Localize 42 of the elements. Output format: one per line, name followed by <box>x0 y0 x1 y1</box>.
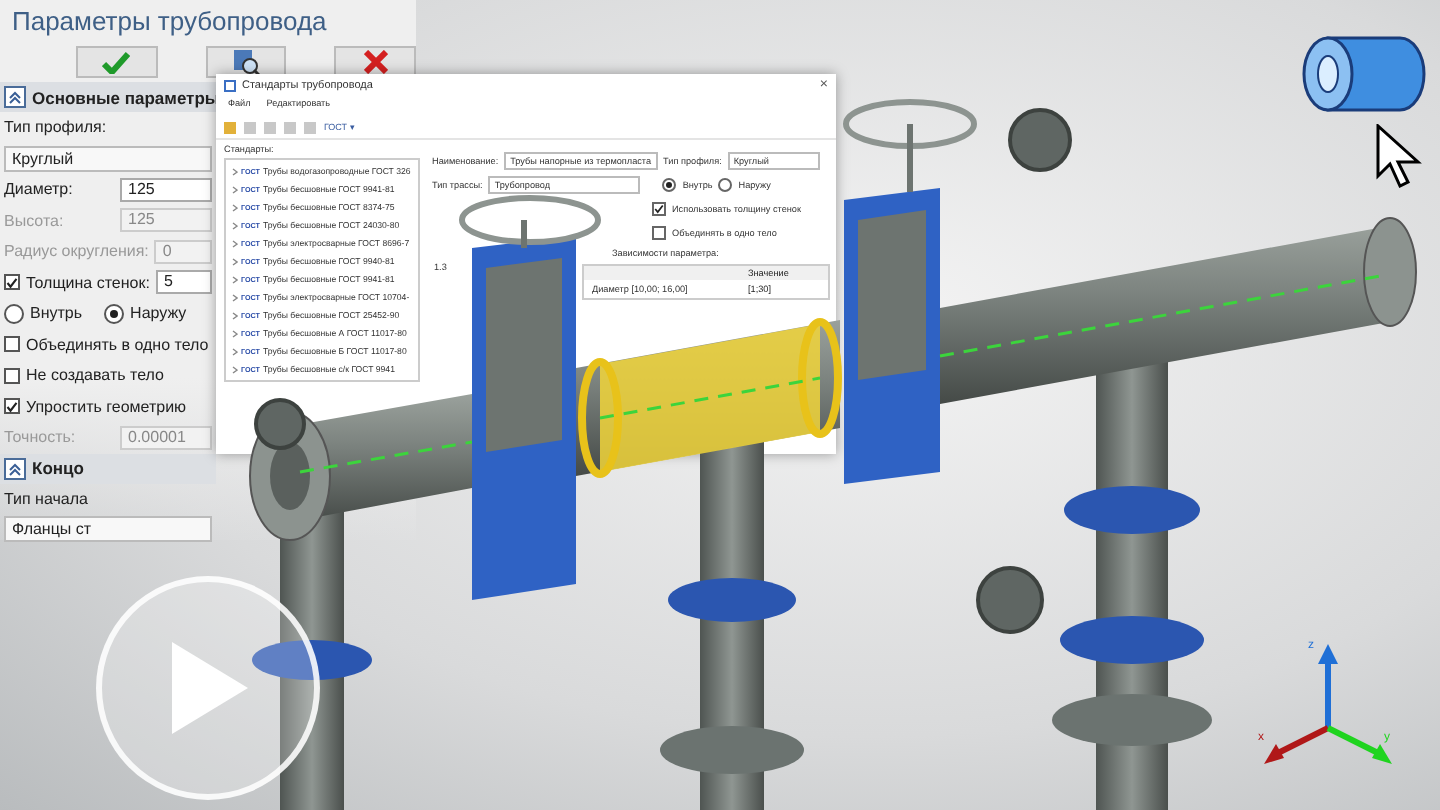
section-label: Основные параметры <box>32 87 220 107</box>
radio-button[interactable] <box>4 303 24 324</box>
checkbox[interactable] <box>4 274 20 291</box>
checkbox[interactable] <box>652 202 666 216</box>
section-header[interactable]: Концо <box>0 453 216 483</box>
section-label: Концо <box>32 458 84 478</box>
radio-button[interactable] <box>718 178 733 192</box>
app-icon <box>224 79 236 91</box>
field-label: Тип начала <box>4 489 88 508</box>
field-label: Диаметр: <box>4 180 75 199</box>
handwheel-drawing <box>459 195 601 248</box>
cursor-icon <box>1376 124 1424 188</box>
radio-button[interactable] <box>662 178 677 192</box>
handwheel-drawing <box>843 99 977 192</box>
pressure-gauge-drawing <box>976 566 1044 634</box>
field-label: Радиус округления: <box>4 242 149 261</box>
radio-button[interactable] <box>104 303 125 324</box>
checkbox-label: Толщина стенок: <box>26 273 150 292</box>
checkbox-label: Не создавать тело <box>26 366 164 385</box>
play-icon <box>168 642 248 734</box>
radio-label: Внутрь <box>30 304 83 323</box>
cylinder-icon <box>1300 34 1428 114</box>
close-icon <box>363 50 388 74</box>
checkbox[interactable] <box>4 336 20 353</box>
ok-button[interactable] <box>76 46 158 78</box>
panel-title: Параметры трубопровода <box>10 4 329 40</box>
radio-label: Наружу <box>130 304 187 323</box>
checkbox[interactable] <box>4 398 20 415</box>
field-label: Точность: <box>4 428 78 447</box>
check-icon <box>102 51 131 73</box>
section-header[interactable]: Основные параметры <box>0 82 216 112</box>
checkbox-label: Упростить геометрию <box>26 397 187 416</box>
checkbox[interactable] <box>652 226 666 240</box>
profile-dropdown[interactable]: Круглый <box>4 145 212 172</box>
input-field[interactable]: 125 <box>120 177 212 202</box>
field-label: Тип профиля: <box>4 118 107 137</box>
input-field[interactable]: 5 <box>155 270 212 295</box>
pressure-gauge-drawing <box>1008 108 1072 172</box>
profile-dropdown[interactable]: Фланцы ст <box>4 516 212 543</box>
checkbox[interactable] <box>4 367 20 384</box>
field-label: Высота: <box>4 211 66 230</box>
checkbox-label: Объединять в одно тело <box>26 335 209 354</box>
